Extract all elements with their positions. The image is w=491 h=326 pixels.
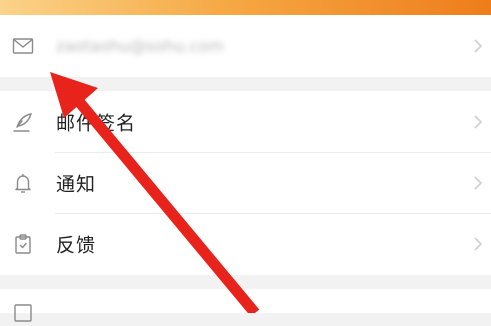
account-section: zaotaohu@sohu.com — [0, 15, 491, 77]
clipboard-icon — [10, 231, 36, 257]
bell-icon — [10, 170, 36, 196]
settings-item-feedback[interactable]: 反馈 — [0, 213, 491, 274]
account-email: zaotaohu@sohu.com — [56, 36, 224, 55]
settings-item-label: 通知 — [56, 173, 97, 195]
chevron-right-icon — [471, 172, 485, 194]
more-section — [0, 289, 491, 322]
header-gradient-bar — [0, 0, 491, 15]
mail-icon — [10, 33, 36, 59]
chevron-right-icon — [471, 35, 485, 57]
settings-item-label: 反馈 — [56, 234, 97, 256]
account-email-row[interactable]: zaotaohu@sohu.com — [0, 15, 491, 76]
settings-item-partial[interactable] — [0, 289, 491, 322]
settings-item-label: 邮件签名 — [56, 112, 137, 134]
list-icon — [10, 300, 36, 326]
settings-item-signature[interactable]: 邮件签名 — [0, 91, 491, 152]
settings-section: 邮件签名 通知 反馈 — [0, 91, 491, 275]
chevron-right-icon — [471, 111, 485, 133]
chevron-right-icon — [471, 233, 485, 255]
signature-pen-icon — [10, 109, 36, 135]
settings-item-notification[interactable]: 通知 — [0, 152, 491, 213]
